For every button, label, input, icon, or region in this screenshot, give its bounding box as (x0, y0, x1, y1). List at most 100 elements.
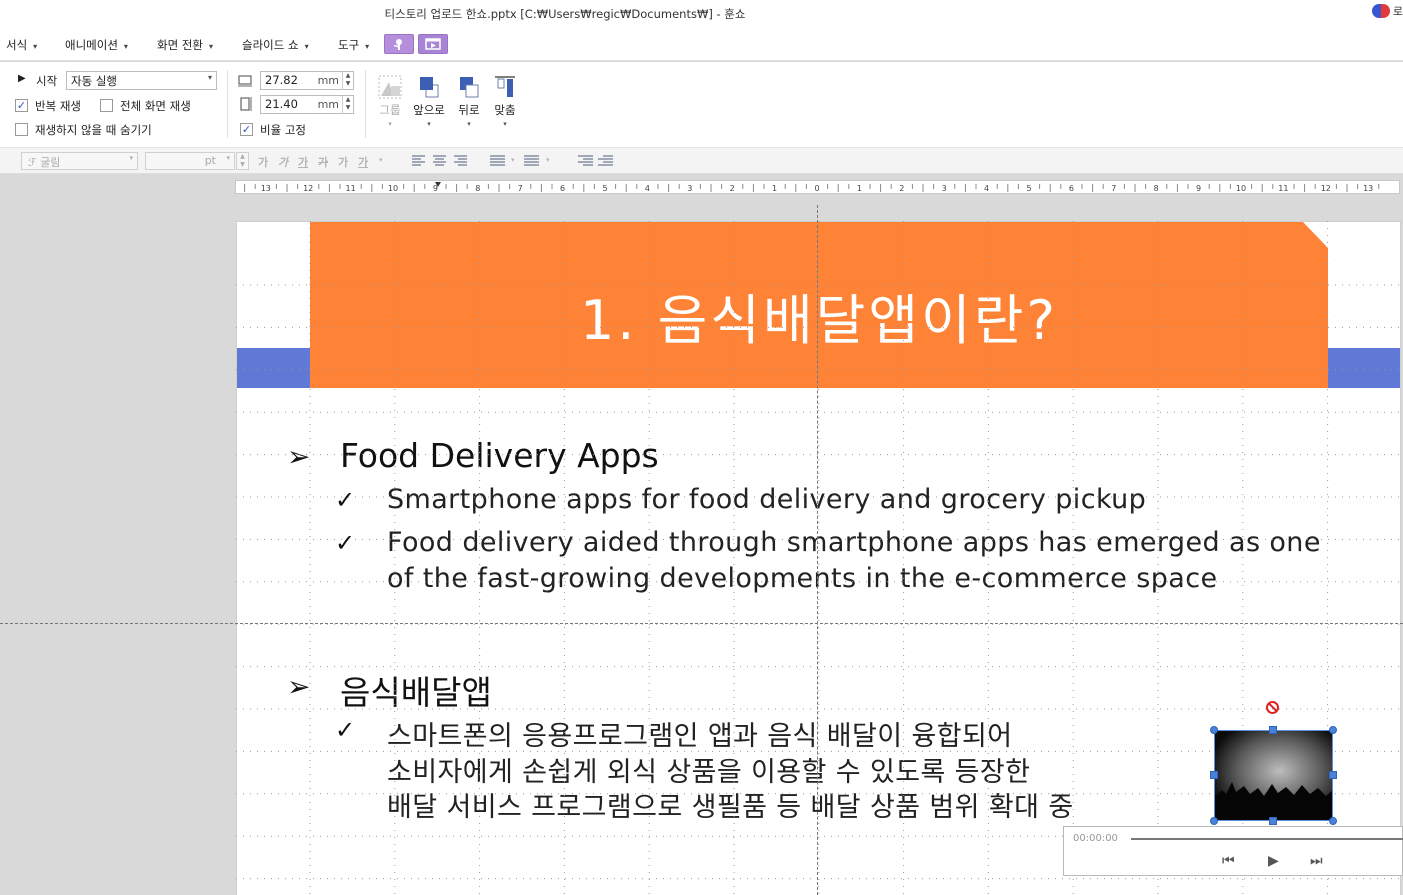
section1-bullet[interactable]: Food delivery aided through smartphone a… (387, 527, 1321, 558)
loop-label: 반복 재생 (35, 99, 81, 113)
section2-bullet[interactable]: 스마트폰의 응용프로그램인 앱과 음식 배달이 융합되어 (387, 714, 1012, 753)
user-avatar-icon[interactable] (1371, 4, 1390, 18)
left-blue-band (237, 348, 310, 388)
numbered-list-icon[interactable] (523, 153, 540, 168)
text-color-button[interactable]: 가 (358, 154, 368, 170)
resize-handle-w[interactable] (1210, 771, 1218, 779)
resize-handle-e[interactable] (1329, 771, 1337, 779)
resize-handle-nw[interactable] (1210, 726, 1218, 734)
section2-heading[interactable]: 음식배달앱 (340, 666, 492, 714)
group-tool[interactable]: 그룹 ▾ (372, 74, 408, 128)
chevron-down-icon: ▾ (207, 73, 212, 82)
ruler-label: 8 (475, 184, 480, 193)
resize-handle-s[interactable] (1269, 817, 1277, 825)
menu-slideshow[interactable]: 슬라이드 쇼 ▾ (242, 37, 309, 53)
horizontal-ruler[interactable]: 13 12 11 10 9 8 7 6 5 4 3 2 1 0 1 2 3 4 5 6 7 8 9 10 11 12 13 (235, 180, 1400, 194)
ruler-label: 3 (687, 184, 692, 193)
ruler-label: 11 (1278, 184, 1288, 193)
resize-handle-se[interactable] (1329, 817, 1337, 825)
group-icon (377, 74, 403, 100)
align-right-icon[interactable] (453, 153, 470, 168)
next-icon[interactable]: ⏭ (1310, 853, 1323, 869)
resize-handle-sw[interactable] (1210, 817, 1218, 825)
ruler-ticks: 13 12 11 10 9 8 7 6 5 4 3 2 1 0 1 2 3 4 5 6 7 8 9 10 11 12 13 (244, 182, 1380, 193)
loop-checkbox[interactable]: ✓ (15, 99, 28, 112)
bring-forward-tool[interactable]: 앞으로 ▾ (411, 74, 447, 128)
ruler-label: 5 (602, 184, 607, 193)
ratio-lock-checkbox[interactable]: ✓ (240, 123, 253, 136)
section2-bullet[interactable]: 소비자에게 손쉽게 외식 상품을 이용할 수 있도록 등장한 (387, 750, 1030, 789)
ribbon: ▶ 시작 자동 실행 ▾ ✓ 반복 재생 전체 화면 재생 재생하지 않을 때 … (0, 62, 1403, 148)
bullet-list-icon[interactable] (489, 153, 506, 168)
format-tab-button[interactable] (384, 34, 414, 54)
bold-button[interactable]: 가 (258, 154, 268, 170)
underline-button[interactable]: 가 (298, 154, 308, 170)
chevron-down-icon: ▾ (365, 42, 370, 51)
rotate-handle-icon[interactable] (1266, 701, 1279, 714)
hide-checkbox[interactable] (15, 123, 28, 136)
ruler-label: 5 (1026, 184, 1031, 193)
decrease-indent-icon[interactable] (597, 153, 614, 168)
send-backward-tool[interactable]: 뒤로 ▾ (451, 74, 487, 128)
chevron-down-icon: ▾ (467, 120, 471, 128)
font-size-select[interactable]: pt ▾ (145, 152, 235, 170)
play-icon[interactable]: ▶ (1268, 853, 1279, 869)
start-select[interactable]: 자동 실행 ▾ (66, 71, 217, 90)
section1-bullet[interactable]: of the fast-growing developments in the … (387, 563, 1217, 594)
chevron-down-icon: ▾ (503, 120, 507, 128)
width-input[interactable]: 21.40 mm ▲ ▼ (260, 95, 354, 114)
menu-tools[interactable]: 도구 ▾ (338, 37, 369, 53)
play-triangle-icon: ▶ (18, 73, 26, 84)
horizontal-guide[interactable] (0, 623, 1403, 624)
vertical-guide[interactable] (817, 205, 818, 895)
media-tab-button[interactable] (418, 34, 448, 54)
section1-bullet[interactable]: Smartphone apps for food delivery and gr… (387, 484, 1146, 515)
media-seek-bar[interactable] (1131, 838, 1403, 840)
title-bar: 티스토리 업로드 한쇼.pptx [C:₩Users₩regic₩Documen… (0, 0, 1403, 28)
height-input[interactable]: 27.82 mm ▲ ▼ (260, 71, 354, 90)
chevron-down-icon[interactable]: ▾ (511, 156, 515, 164)
menu-animation[interactable]: 애니메이션 ▾ (65, 37, 128, 53)
shadow-button[interactable]: 가 (338, 154, 348, 170)
font-size-spinner[interactable]: ▲ ▼ (236, 152, 249, 170)
section2-bullet[interactable]: 배달 서비스 프로그램으로 생필품 등 배달 상품 범위 확대 중 (387, 785, 1074, 824)
spinner-arrows-icon[interactable]: ▲ ▼ (342, 96, 353, 113)
align-left-icon[interactable] (411, 153, 428, 168)
spinner-arrows-icon[interactable]: ▲ ▼ (342, 72, 353, 89)
menu-bar: 서식 ▾ 애니메이션 ▾ 화면 전환 ▾ 슬라이드 쇼 ▾ 도구 ▾ (0, 28, 1403, 61)
ruler-label: 12 (303, 184, 313, 193)
align-center-icon[interactable] (432, 153, 449, 168)
slide-title[interactable]: 1. 음식배달앱이란? (310, 276, 1328, 355)
bring-forward-icon (416, 74, 442, 100)
menu-format[interactable]: 서식 ▾ (6, 37, 37, 53)
fullscreen-label: 전체 화면 재생 (120, 99, 191, 113)
resize-handle-ne[interactable] (1329, 726, 1337, 734)
fullscreen-checkbox[interactable] (100, 99, 113, 112)
check-bullet-icon: ✓ (335, 529, 356, 557)
resize-handle-n[interactable] (1269, 726, 1277, 734)
user-area[interactable]: 로 (1371, 3, 1403, 19)
section1-heading[interactable]: Food Delivery Apps (340, 436, 659, 475)
ruler-label: 7 (1111, 184, 1116, 193)
chevron-down-icon[interactable]: ▾ (546, 156, 550, 164)
ruler-label: 10 (1236, 184, 1246, 193)
align-tool[interactable]: 맞춤 ▾ (487, 74, 523, 128)
previous-icon[interactable]: ⏮ (1222, 853, 1235, 869)
italic-button[interactable]: 가 (278, 154, 288, 170)
chevron-down-icon[interactable]: ▾ (379, 156, 383, 164)
menu-transition[interactable]: 화면 전환 ▾ (157, 37, 213, 53)
slide-thumbnail-panel[interactable] (0, 175, 235, 895)
user-label[interactable]: 로 (1393, 3, 1403, 19)
increase-indent-icon[interactable] (577, 153, 594, 168)
right-blue-band (1327, 348, 1400, 388)
ribbon-separator (227, 70, 228, 138)
window-title: 티스토리 업로드 한쇼.pptx [C:₩Users₩regic₩Documen… (384, 7, 746, 21)
hide-label: 재생하지 않을 때 숨기기 (35, 123, 152, 137)
strikethrough-button[interactable]: 가 (318, 154, 328, 170)
arrow-bullet-icon: ➢ (287, 440, 311, 473)
arrow-bullet-icon: ➢ (287, 670, 311, 703)
chevron-down-icon: ▾ (33, 42, 38, 51)
start-label: 시작 (36, 74, 58, 88)
chevron-down-icon: ▾ (226, 154, 230, 162)
font-select[interactable]: ℱ 굴림 ▾ (21, 152, 138, 170)
